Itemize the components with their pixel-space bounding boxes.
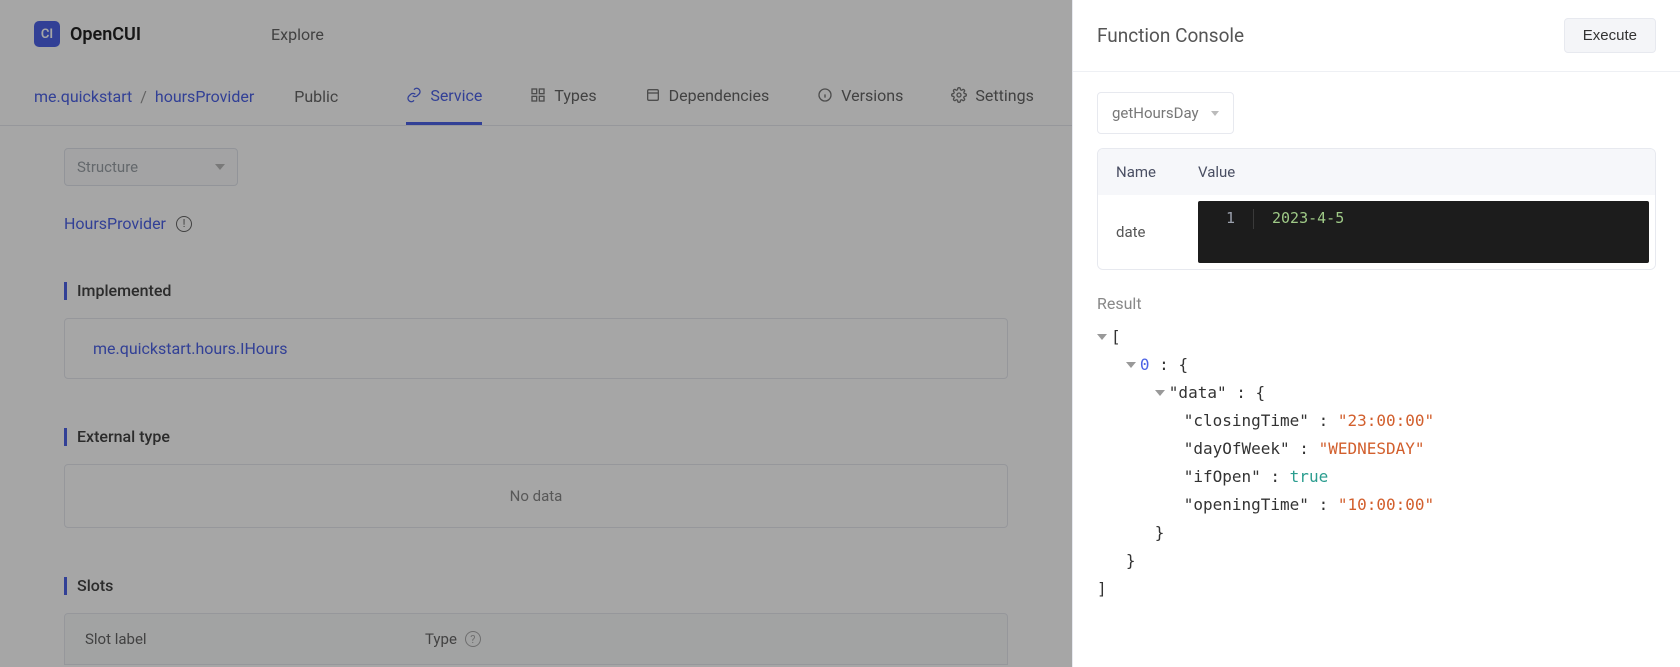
grid-icon <box>530 87 546 103</box>
function-select[interactable]: getHoursDay <box>1097 92 1234 134</box>
result-json: [ 0 : { "data" : { "closingTime" : "23:0… <box>1097 323 1656 603</box>
panel-header: Function Console Execute <box>1073 0 1680 72</box>
param-row: date 1 2023-4-5 <box>1098 195 1655 269</box>
breadcrumb-part-1[interactable]: me.quickstart <box>34 87 132 106</box>
caret-icon[interactable] <box>1126 362 1136 368</box>
chevron-down-icon <box>215 164 225 170</box>
result-label: Result <box>1097 294 1656 313</box>
tab-service[interactable]: Service <box>406 68 482 125</box>
chevron-down-icon <box>1211 111 1219 116</box>
logo-icon: CI <box>34 21 60 47</box>
params-table: Name Value date 1 2023-4-5 <box>1097 148 1656 270</box>
explore-link[interactable]: Explore <box>271 25 324 44</box>
param-value: 2023-4-5 <box>1254 209 1344 229</box>
col-name-header: Name <box>1116 163 1198 181</box>
execute-button[interactable]: Execute <box>1564 18 1656 53</box>
package-icon <box>645 87 661 103</box>
nav-tabs: Service Types Dependencies Versions <box>406 68 1034 125</box>
panel-body: getHoursDay Name Value date 1 2023-4-5 R… <box>1073 72 1680 623</box>
slots-header: Slot label Type ? <box>64 613 1008 665</box>
external-empty: No data <box>64 464 1008 528</box>
tab-dependencies[interactable]: Dependencies <box>645 68 770 125</box>
tab-label: Types <box>554 86 596 105</box>
subheader: me.quickstart / hoursProvider Public Ser… <box>0 68 1072 126</box>
link-icon <box>406 87 422 103</box>
line-number: 1 <box>1198 209 1254 229</box>
content: Structure HoursProvider ! Implemented me… <box>0 126 1072 665</box>
implemented-item[interactable]: me.quickstart.hours.IHours <box>64 318 1008 379</box>
provider-title[interactable]: HoursProvider <box>64 214 166 233</box>
tab-label: Dependencies <box>669 86 770 105</box>
breadcrumb-part-2[interactable]: hoursProvider <box>155 87 254 106</box>
tab-types[interactable]: Types <box>530 68 596 125</box>
caret-icon[interactable] <box>1155 390 1165 396</box>
app-name: OpenCUI <box>70 24 141 45</box>
section-external: External type <box>64 427 1008 446</box>
slots-col-label: Slot label <box>85 630 425 648</box>
info-icon <box>817 87 833 103</box>
structure-select[interactable]: Structure <box>64 148 238 186</box>
tab-label: Settings <box>975 86 1033 105</box>
logo[interactable]: CI OpenCUI <box>34 21 141 47</box>
tab-label: Versions <box>841 86 903 105</box>
col-value-header: Value <box>1198 163 1235 181</box>
tab-label: Service <box>430 86 482 105</box>
slots-col-type: Type <box>425 630 457 648</box>
tab-versions[interactable]: Versions <box>817 68 903 125</box>
section-slots: Slots <box>64 576 1008 595</box>
help-icon[interactable]: ? <box>465 631 481 647</box>
param-name: date <box>1098 195 1198 269</box>
breadcrumb: me.quickstart / hoursProvider <box>34 87 254 106</box>
breadcrumb-separator: / <box>140 87 147 106</box>
param-value-editor[interactable]: 1 2023-4-5 <box>1198 201 1649 263</box>
function-selected: getHoursDay <box>1112 104 1199 122</box>
app-header: CI OpenCUI Explore <box>0 0 1072 68</box>
tab-settings[interactable]: Settings <box>951 68 1033 125</box>
main-area: CI OpenCUI Explore me.quickstart / hours… <box>0 0 1072 667</box>
section-implemented: Implemented <box>64 281 1008 300</box>
gear-icon <box>951 87 967 103</box>
warning-icon[interactable]: ! <box>176 216 192 232</box>
select-value: Structure <box>77 158 138 176</box>
panel-title: Function Console <box>1097 24 1244 47</box>
caret-icon[interactable] <box>1097 334 1107 340</box>
visibility-label: Public <box>294 87 338 106</box>
params-header: Name Value <box>1098 149 1655 195</box>
function-console-panel: Function Console Execute getHoursDay Nam… <box>1072 0 1680 667</box>
